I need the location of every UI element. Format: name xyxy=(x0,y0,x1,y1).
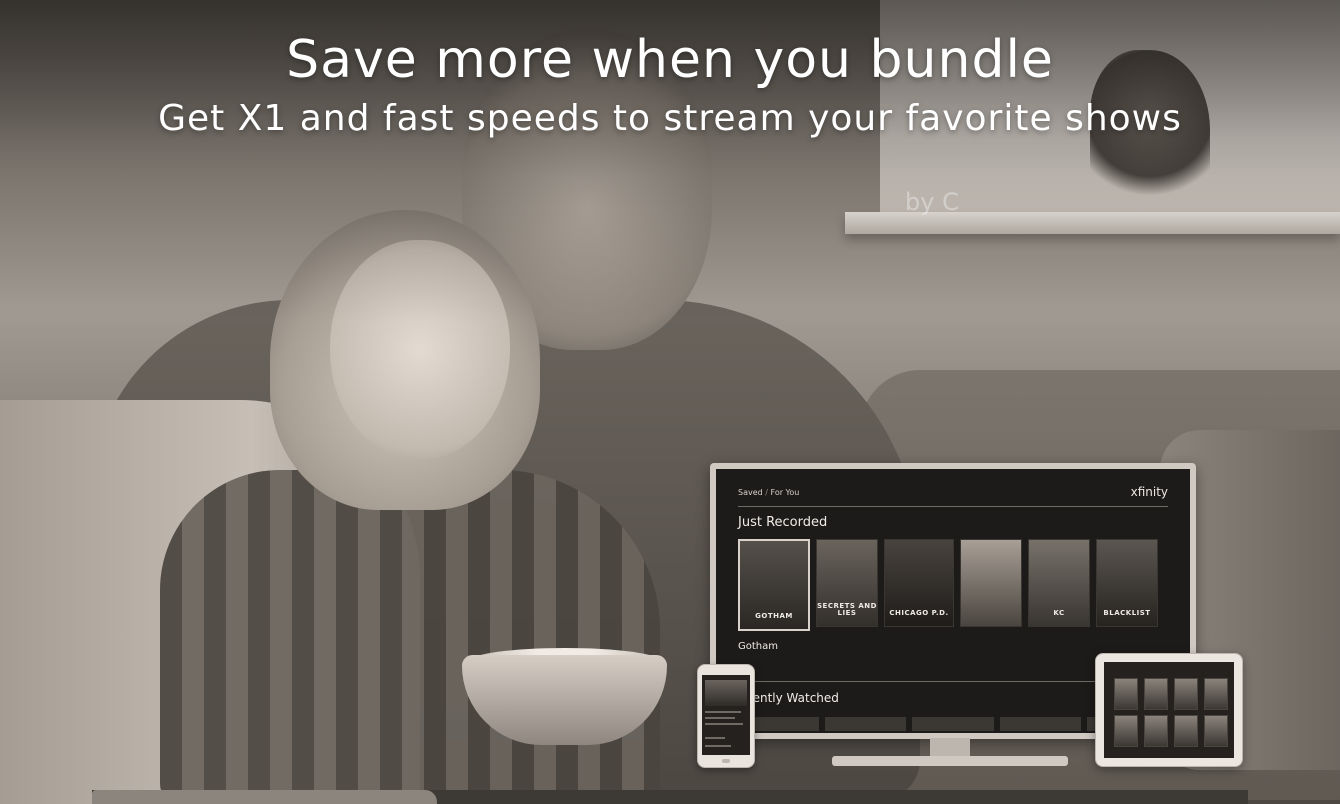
tv-stand-base xyxy=(832,756,1068,766)
smartphone xyxy=(697,664,755,768)
tv-breadcrumb: Saved / For You xyxy=(738,488,799,497)
bottom-tab-bar xyxy=(92,790,1248,804)
headline-title: Save more when you bundle xyxy=(286,30,1054,90)
tv-poster-row: GOTHAM SECRETS AND LIES CHICAGO P.D. KC … xyxy=(738,539,1178,631)
tablet xyxy=(1095,653,1243,767)
poster-tile: SECRETS AND LIES xyxy=(816,539,878,627)
tablet-poster xyxy=(1204,678,1228,710)
bottom-tab-active[interactable] xyxy=(92,790,437,804)
phone-text-line xyxy=(705,723,743,725)
phone-home-button xyxy=(722,759,730,763)
tv-nav-separator: / xyxy=(765,488,768,497)
recent-tile xyxy=(912,717,994,731)
tablet-poster xyxy=(1114,715,1138,747)
phone-text-line xyxy=(705,737,725,739)
recent-tile xyxy=(999,717,1081,731)
tablet-poster xyxy=(1204,715,1228,747)
tv-section-just-recorded: Just Recorded xyxy=(738,515,828,530)
tablet-poster xyxy=(1144,715,1168,747)
tablet-poster xyxy=(1174,715,1198,747)
tv-selected-title: Gotham xyxy=(738,641,778,652)
tv-nav-for-you: For You xyxy=(770,488,800,497)
tablet-screen xyxy=(1104,662,1234,758)
tv-nav-saved: Saved xyxy=(738,488,763,497)
xfinity-logo: xfinity xyxy=(1130,485,1168,499)
poster-tile: KC xyxy=(1028,539,1090,627)
tablet-poster xyxy=(1144,678,1168,710)
poster-tile: CHICAGO P.D. xyxy=(884,539,954,627)
tv-section-recently-watched: cently Watched xyxy=(746,691,839,705)
headline-subtitle: Get X1 and fast speeds to stream your fa… xyxy=(158,98,1182,139)
recent-tile xyxy=(825,717,907,731)
phone-text-line xyxy=(705,711,741,713)
tv-top-bar: Saved / For You xfinity xyxy=(738,485,1168,507)
tablet-poster xyxy=(1114,678,1138,710)
phone-hero-image xyxy=(705,680,747,706)
phone-screen xyxy=(702,675,750,755)
poster-tile: BLACKLIST xyxy=(1096,539,1158,627)
tablet-poster xyxy=(1174,678,1198,710)
phone-text-line xyxy=(705,745,731,747)
tv-stand-neck xyxy=(930,738,970,758)
watermark-text: by C xyxy=(905,188,959,216)
poster-tile: GOTHAM xyxy=(738,539,810,631)
phone-text-line xyxy=(705,717,735,719)
poster-tile xyxy=(960,539,1022,627)
